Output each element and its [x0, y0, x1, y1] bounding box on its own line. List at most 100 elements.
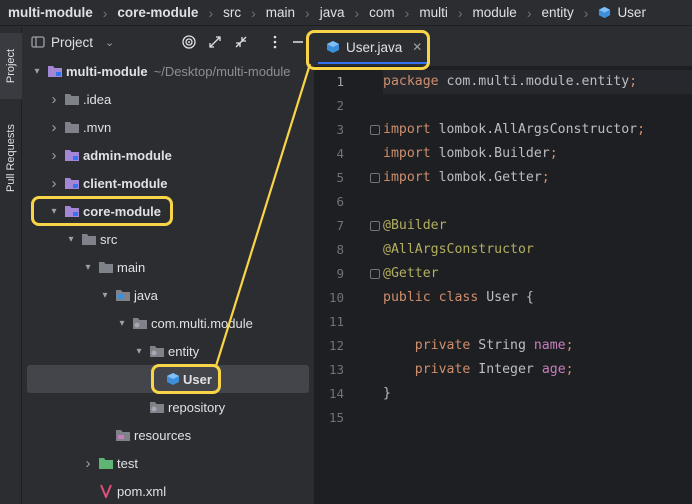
code-token: age	[541, 362, 566, 377]
breadcrumb-item[interactable]: entity	[541, 5, 573, 20]
chevron-down-icon[interactable]: ▾	[116, 318, 128, 329]
code-line[interactable]: @Builder	[383, 214, 692, 238]
tree-item-label: com.multi.module	[151, 315, 253, 331]
tree-item-label: client-module	[83, 175, 168, 191]
code-token: lombok.	[438, 146, 495, 161]
chevron-right-icon[interactable]: ›	[48, 147, 60, 164]
breadcrumb-item[interactable]: multi-module	[8, 5, 93, 20]
source-folder-icon	[111, 288, 134, 302]
code-line[interactable]: private Integer age;	[383, 358, 692, 382]
locate-file-icon[interactable]	[181, 34, 197, 50]
project-tool-tab[interactable]: Project	[0, 33, 22, 99]
breadcrumb-item[interactable]: java	[320, 5, 345, 20]
breadcrumb-item[interactable]: module	[473, 5, 517, 20]
chevron-down-icon[interactable]: ▾	[31, 66, 43, 77]
tree-item-pom-xml[interactable]: pom.xml	[23, 477, 313, 504]
code-line[interactable]	[383, 94, 692, 118]
breadcrumb-item-label: main	[265, 5, 296, 20]
tree-item-label: src	[100, 231, 118, 247]
code-token: ;	[565, 338, 574, 353]
code-line[interactable]: import lombok.Builder;	[383, 142, 692, 166]
code-token: ;	[637, 122, 646, 137]
fold-marker-icon[interactable]	[370, 269, 380, 279]
code-line[interactable]: public class User {	[383, 286, 692, 310]
tree-item-main[interactable]: ▾ main	[23, 253, 313, 281]
chevron-down-icon[interactable]: ⌄	[105, 36, 114, 49]
chevron-right-icon[interactable]: ›	[48, 91, 60, 108]
breadcrumb-separator: ›	[251, 4, 256, 21]
line-number: 9	[336, 266, 344, 281]
chevron-right-icon[interactable]: ›	[48, 119, 60, 136]
tree-item-test[interactable]: › test	[23, 449, 313, 477]
class-icon	[599, 6, 611, 19]
highlight-user-file	[151, 364, 221, 394]
line-number: 4	[336, 146, 344, 161]
breadcrumb-item[interactable]: core-module	[117, 5, 198, 20]
fold-marker-icon[interactable]	[370, 221, 380, 231]
tree-item-src[interactable]: ▾ src	[23, 225, 313, 253]
code-line[interactable]: package com.multi.module.entity;	[383, 70, 692, 94]
code-line[interactable]: @Getter	[383, 262, 692, 286]
breadcrumb-separator: ›	[526, 4, 532, 21]
fold-marker-icon[interactable]	[370, 173, 380, 183]
breadcrumb-item-label: src	[223, 5, 242, 20]
breadcrumb-item[interactable]: com	[369, 5, 395, 20]
tree-item--idea[interactable]: › .idea	[23, 85, 313, 113]
chevron-down-icon[interactable]: ▾	[65, 234, 77, 245]
chevron-right-icon[interactable]: ›	[48, 175, 60, 192]
expand-all-icon[interactable]	[207, 34, 223, 50]
code-line[interactable]: }	[383, 382, 692, 406]
tree-item-label: resources	[134, 427, 192, 443]
tree-item-java[interactable]: ▾ java	[23, 281, 313, 309]
code-line[interactable]: @AllArgsConstructor	[383, 238, 692, 262]
chevron-down-icon[interactable]: ▾	[133, 346, 145, 357]
breadcrumb-item-label: User	[617, 5, 646, 20]
code-token: com.multi.module.entity	[446, 74, 630, 89]
code-line[interactable]: import lombok.Getter;	[383, 166, 692, 190]
tree-item--mvn[interactable]: › .mvn	[23, 113, 313, 141]
fold-marker-icon[interactable]	[370, 125, 380, 135]
breadcrumb-separator: ›	[208, 4, 214, 21]
tree-item-multi-module[interactable]: ▾ multi-module ~/Desktop/multi-module	[23, 57, 313, 85]
code-token: Getter	[494, 170, 542, 185]
tree-item-com-multi-module[interactable]: ▾ com.multi.module	[23, 309, 313, 337]
tree-item-admin-module[interactable]: › admin-module	[23, 141, 313, 169]
line-number: 13	[328, 362, 344, 377]
project-tool-tab-label: Project	[5, 48, 17, 84]
code-token: }	[383, 386, 391, 401]
options-menu-icon[interactable]	[267, 34, 283, 50]
code-token: private	[383, 338, 479, 353]
line-number: 8	[336, 242, 344, 257]
tree-item-resources[interactable]: resources	[23, 421, 313, 449]
module-folder-icon	[43, 64, 66, 78]
pull-requests-tool-tab[interactable]: Pull Requests	[0, 111, 22, 205]
package-icon	[145, 344, 168, 358]
code-line[interactable]	[383, 310, 692, 334]
project-view-selector[interactable]: Project	[51, 35, 93, 50]
collapse-all-icon[interactable]	[233, 34, 249, 50]
chevron-down-icon[interactable]: ▾	[99, 290, 111, 301]
tree-item-repository[interactable]: repository	[23, 393, 313, 421]
code-line[interactable]: import lombok.AllArgsConstructor;	[383, 118, 692, 142]
breadcrumb-item[interactable]: User	[598, 5, 646, 20]
project-view-icon	[31, 36, 45, 48]
editor-area: User.java ✕ 1 2 3 4 5 6 7 8 9 10 11 12 13 14 15 packag…	[314, 27, 692, 504]
chevron-right-icon[interactable]: ›	[82, 455, 94, 472]
code-token: ;	[565, 362, 574, 377]
breadcrumb-separator: ›	[583, 4, 589, 21]
code-token: @Builder	[383, 218, 447, 233]
breadcrumb-item[interactable]: multi	[419, 5, 448, 20]
breadcrumb-item[interactable]: main	[266, 5, 295, 20]
code-line[interactable]	[383, 190, 692, 214]
hide-panel-icon[interactable]	[291, 34, 307, 50]
breadcrumb-item[interactable]: src	[223, 5, 241, 20]
code-token: import	[383, 146, 439, 161]
chevron-down-icon[interactable]: ▾	[82, 262, 94, 273]
code-token: User {	[486, 290, 534, 305]
folder-icon	[94, 260, 117, 274]
tree-item-entity[interactable]: ▾ entity	[23, 337, 313, 365]
tree-item-client-module[interactable]: › client-module	[23, 169, 313, 197]
code-line[interactable]: private String name;	[383, 334, 692, 358]
module-folder-icon	[60, 148, 83, 162]
code-line[interactable]	[383, 406, 692, 430]
